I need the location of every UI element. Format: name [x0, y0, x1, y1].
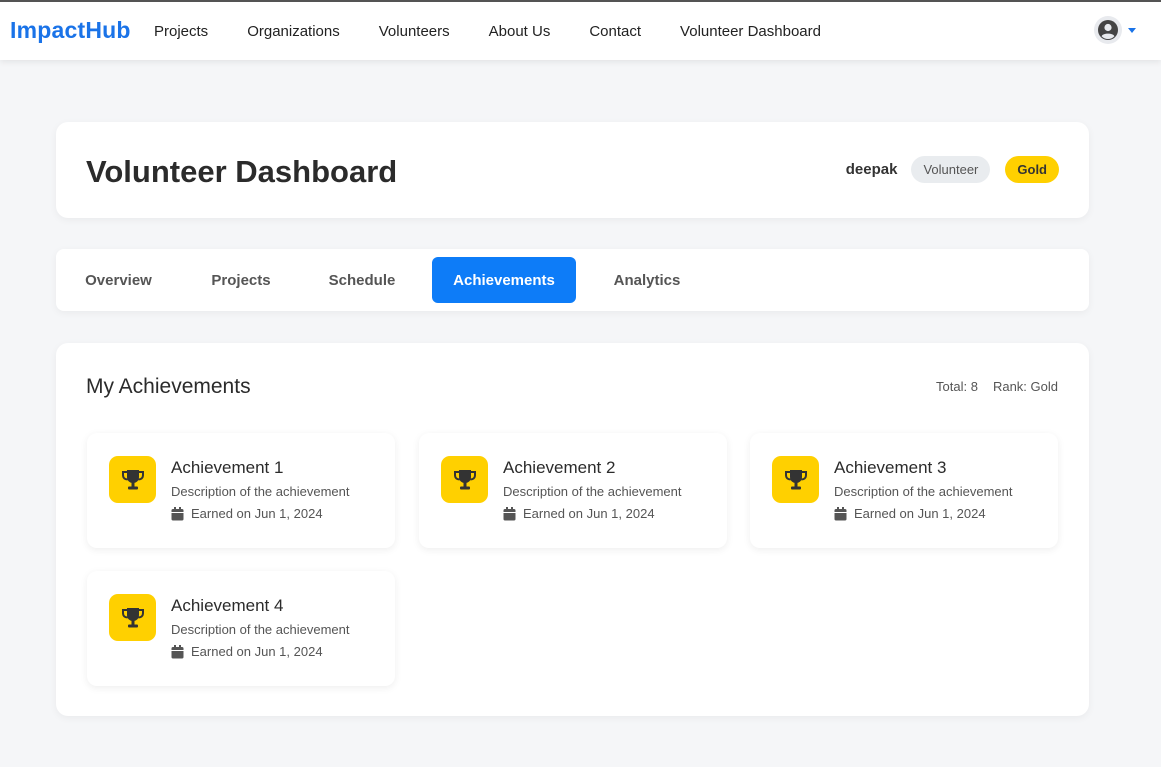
nav-link-contact[interactable]: Contact: [589, 23, 641, 40]
achievement-date: Earned on Jun 1, 2024: [171, 644, 323, 659]
achievement-title: Achievement 3: [834, 458, 947, 477]
tab-projects[interactable]: Projects: [189, 257, 293, 303]
brand-logo[interactable]: ImpactHub: [10, 17, 131, 44]
achievements-panel: My Achievements Total: 8 Rank: Gold Achi…: [56, 343, 1089, 716]
section-title: My Achievements: [86, 375, 251, 398]
user-info: deepak Volunteer Gold: [846, 156, 1059, 183]
achievement-date: Earned on Jun 1, 2024: [503, 506, 655, 521]
nav-link-projects[interactable]: Projects: [154, 23, 208, 40]
calendar-icon: [171, 644, 184, 658]
trophy-icon: [772, 456, 819, 503]
role-badge: Volunteer: [911, 156, 991, 183]
achievement-card[interactable]: Achievement 3 Description of the achieve…: [750, 433, 1058, 548]
achievement-date-text: Earned on Jun 1, 2024: [854, 506, 986, 521]
achievement-card[interactable]: Achievement 2 Description of the achieve…: [419, 433, 727, 548]
achievement-date-text: Earned on Jun 1, 2024: [191, 644, 323, 659]
achievement-card[interactable]: Achievement 4 Description of the achieve…: [87, 571, 395, 686]
username: deepak: [845, 161, 898, 178]
user-menu-toggle[interactable]: [1094, 16, 1136, 44]
dashboard-tabs: Overview Projects Schedule Achievements …: [56, 249, 1089, 311]
nav-links: Projects Organizations Volunteers About …: [154, 2, 860, 60]
tab-analytics[interactable]: Analytics: [595, 257, 699, 303]
achievement-description: Description of the achievement: [171, 484, 350, 499]
achievement-date: Earned on Jun 1, 2024: [171, 506, 323, 521]
trophy-icon: [109, 594, 156, 641]
tab-achievements[interactable]: Achievements: [432, 257, 576, 303]
achievement-title: Achievement 2: [503, 458, 616, 477]
calendar-icon: [834, 506, 847, 520]
achievement-date-text: Earned on Jun 1, 2024: [191, 506, 323, 521]
trophy-icon: [441, 456, 488, 503]
dashboard-header: Volunteer Dashboard deepak Volunteer Gol…: [56, 122, 1089, 218]
rank-label: Rank: Gold: [992, 379, 1058, 394]
achievement-description: Description of the achievement: [834, 484, 1013, 499]
achievement-date-text: Earned on Jun 1, 2024: [523, 506, 655, 521]
nav-link-volunteer-dashboard[interactable]: Volunteer Dashboard: [680, 23, 821, 40]
page-title: Volunteer Dashboard: [86, 154, 398, 189]
achievement-title: Achievement 4: [171, 596, 284, 615]
tab-overview[interactable]: Overview: [66, 257, 171, 303]
rank-badge: Gold: [1005, 156, 1059, 183]
user-circle-icon: [1094, 16, 1122, 44]
achievement-card[interactable]: Achievement 1 Description of the achieve…: [87, 433, 395, 548]
achievement-title: Achievement 1: [171, 458, 284, 477]
trophy-icon: [109, 456, 156, 503]
navbar: ImpactHub Projects Organizations Volunte…: [0, 2, 1161, 60]
tab-schedule[interactable]: Schedule: [311, 257, 413, 303]
caret-down-icon: [1128, 27, 1136, 33]
nav-link-about-us[interactable]: About Us: [489, 23, 551, 40]
achievement-description: Description of the achievement: [171, 622, 350, 637]
nav-link-organizations[interactable]: Organizations: [247, 23, 340, 40]
total-count: Total: 8: [936, 379, 978, 394]
nav-link-volunteers[interactable]: Volunteers: [379, 23, 450, 40]
calendar-icon: [171, 506, 184, 520]
achievement-description: Description of the achievement: [503, 484, 682, 499]
calendar-icon: [503, 506, 516, 520]
achievements-summary: Total: 8 Rank: Gold: [936, 379, 1058, 394]
achievement-date: Earned on Jun 1, 2024: [834, 506, 986, 521]
